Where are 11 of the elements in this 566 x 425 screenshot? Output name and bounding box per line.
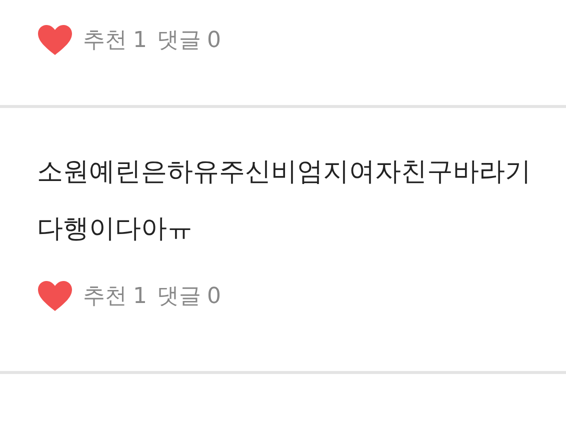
likes-count: 1 <box>133 28 147 52</box>
likes-label: 추천 <box>83 27 127 55</box>
comments-count: 0 <box>207 28 221 52</box>
heart-icon[interactable] <box>37 280 73 312</box>
post-text: 소원예린은하유주신비엄지여자친구바라기다행이다아ㅠ <box>37 156 532 246</box>
comments-label: 댓글 <box>157 283 201 311</box>
likes-label: 추천 <box>83 283 127 311</box>
likes-count: 1 <box>133 284 147 308</box>
comments-label: 댓글 <box>157 27 201 55</box>
heart-icon[interactable] <box>37 24 73 56</box>
comments-count: 0 <box>207 284 221 308</box>
